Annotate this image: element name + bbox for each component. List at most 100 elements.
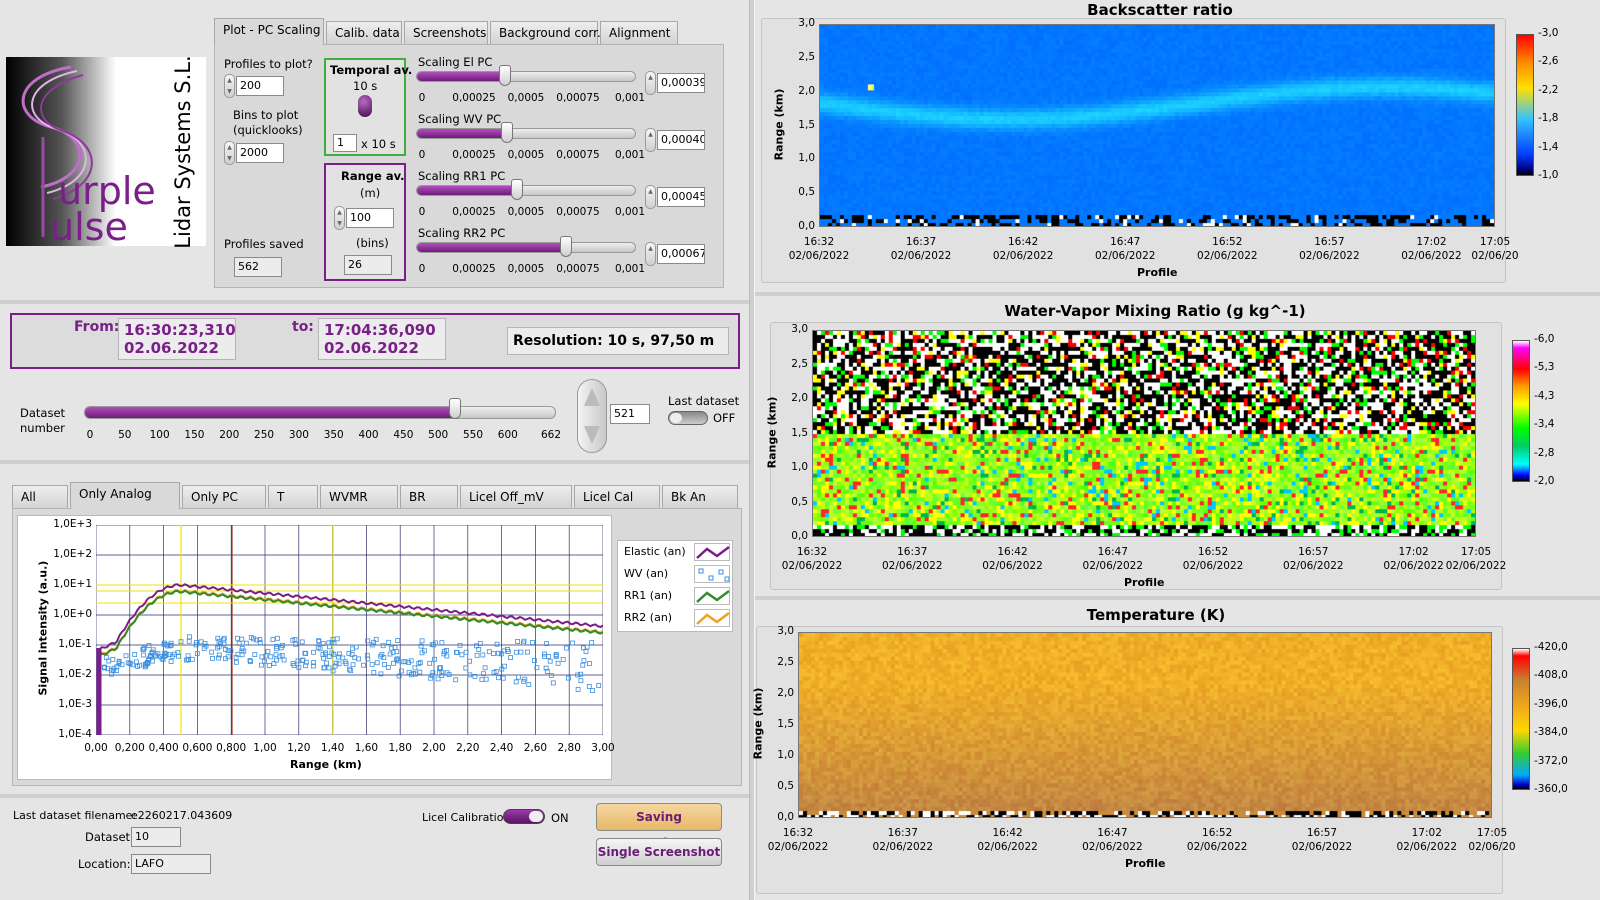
plot-xtick-time: 17:05 [1460, 546, 1492, 558]
colorbar-tick: -2,2 [1538, 83, 1559, 96]
legend-label: Elastic (an) [624, 545, 686, 558]
dataset-tick: 0 [86, 429, 94, 441]
scaling-value-1[interactable]: 0,000400 [657, 130, 705, 150]
scaling-value-2[interactable]: 0,00045 [657, 187, 705, 207]
legend-label: WV (an) [624, 567, 669, 580]
wv-point [234, 635, 240, 641]
temporal-knob-icon[interactable] [358, 95, 372, 117]
wv-point [350, 662, 356, 668]
signal-tab-only-pc[interactable]: Only PC [182, 485, 266, 509]
wv-point [386, 639, 392, 645]
scaling-slider-track-0[interactable] [416, 71, 636, 82]
wv-point [412, 665, 418, 671]
last-dataset-label: Last dataset [668, 394, 740, 408]
dataset-slider-track[interactable] [84, 406, 556, 419]
scaling-slider-thumb-1[interactable] [500, 122, 513, 143]
signal-tab-only-analog[interactable]: Only Analog [70, 482, 180, 509]
signal-tab-wvmr[interactable]: WVMR [320, 485, 398, 509]
signal-tab-t[interactable]: T [268, 485, 318, 509]
colorbar-tick: -1,8 [1538, 112, 1559, 125]
plot-xtick-date: 02/06/2022 [1094, 250, 1156, 262]
range-m-input[interactable]: 100 [346, 208, 394, 228]
wv-point [274, 635, 280, 641]
tab-screenshots[interactable]: Screenshots [404, 21, 488, 45]
scaling-slider-thumb-0[interactable] [498, 65, 511, 86]
wv-point [531, 658, 537, 664]
scaling-ticks-2: 0 0,00025 0,0005 0,00075 0,001 [419, 206, 645, 220]
scaling-slider-track-2[interactable] [416, 185, 636, 196]
wv-point [223, 647, 228, 652]
scaling-value-3[interactable]: 0,000677 [657, 244, 705, 264]
scaling-slider-thumb-3[interactable] [560, 236, 573, 257]
dataset-label-2: number [20, 421, 65, 435]
plot-xtick-date: 02/06/2022 [872, 841, 934, 853]
tab-alignment[interactable]: Alignment [600, 21, 678, 45]
plot-xtick-time: 16:47 [1097, 827, 1128, 839]
dataset-stepper[interactable] [577, 379, 607, 453]
section-divider-2 [0, 460, 749, 464]
scaling-tick: 0,0005 [507, 263, 545, 275]
wv-point [141, 652, 146, 658]
plot-xtick: 17:05 02/06/20 [1468, 826, 1515, 854]
scaling-ticks-0: 0 0,00025 0,0005 0,00075 0,001 [419, 92, 645, 106]
heatmap-0[interactable] [819, 24, 1495, 227]
scaling-spinner-0[interactable]: ▲ [645, 71, 656, 95]
tab-calib-data[interactable]: Calib. data [326, 21, 402, 45]
dataset-number-input[interactable]: 521 [610, 404, 650, 424]
tab-background-corr[interactable]: Background corr. [490, 21, 601, 45]
saving-screenshots-button[interactable]: Saving screenshots... [596, 803, 722, 850]
signal-xlabel: Range (km) [290, 758, 362, 771]
signal-tab-br[interactable]: BR [400, 485, 458, 509]
scaling-value-0[interactable]: 0,000394 [657, 73, 705, 93]
plot-xtick-date: 02/06/2022 [982, 560, 1043, 572]
plot-xtick-date: 02/06/2022 [881, 560, 943, 572]
wv-point [575, 687, 581, 692]
plot-xlabel-0: Profile [1137, 266, 1178, 279]
heatmap-1[interactable] [812, 330, 1476, 537]
plot-xtick-time: 16:57 [1314, 236, 1345, 248]
temporal-av-title: Temporal av. [330, 63, 413, 77]
step-up-icon[interactable] [584, 388, 600, 406]
scaling-slider-thumb-2[interactable] [511, 179, 524, 200]
scaling-slider-track-1[interactable] [416, 128, 636, 139]
signal-tab-all[interactable]: All [12, 485, 68, 509]
plot-xtick-time: 16:37 [887, 827, 918, 839]
scaling-label-3: Scaling RR2 PC [418, 226, 506, 240]
plot-ytick: 0,0 [798, 220, 815, 232]
wv-point [346, 666, 352, 672]
wv-point [578, 678, 584, 684]
wv-point [239, 636, 245, 642]
dataset-tick: 50 [118, 429, 132, 441]
signal-tab-licel-cal[interactable]: Licel Cal [574, 485, 660, 509]
tab-plot-pc-scaling[interactable]: Plot - PC Scaling [214, 18, 324, 45]
single-screenshot-button[interactable]: Single Screenshot [596, 838, 722, 866]
colorbar-tick: -420,0 [1534, 641, 1568, 653]
plot-xtick-time: 16:52 [1197, 546, 1229, 558]
scaling-spinner-2[interactable]: ▲ [645, 185, 656, 209]
step-down-icon[interactable] [584, 426, 600, 444]
bins-input[interactable]: 2000 [236, 143, 284, 163]
last-dataset-toggle[interactable] [668, 411, 708, 425]
licel-calibration-toggle[interactable] [503, 809, 545, 824]
signal-tab-bk-an[interactable]: Bk An [662, 485, 738, 509]
dataset-tick: 662 [540, 429, 562, 441]
bins-spinner[interactable]: ▲ ▼ [224, 141, 235, 165]
signal-ytick: 1,0E-1 [58, 638, 92, 650]
profiles-to-plot-input[interactable]: 200 [236, 76, 284, 96]
section-divider-4 [755, 292, 1600, 296]
plot-xtick-date: 02/06/2022 [1082, 841, 1143, 853]
temporal-factor-input[interactable]: 1 [333, 134, 357, 152]
dataset-slider-thumb[interactable] [449, 398, 462, 419]
plot-ytick: 0,5 [791, 495, 808, 508]
signal-tab-licel-off-mv[interactable]: Licel Off_mV [460, 485, 572, 509]
profiles-spinner[interactable]: ▲ ▼ [224, 74, 235, 98]
wv-point [361, 662, 366, 668]
range-spinner[interactable]: ▲ ▼ [334, 206, 345, 230]
scaling-slider-track-3[interactable] [416, 242, 636, 253]
scaling-spinner-1[interactable]: ▲ [645, 128, 656, 152]
heatmap-2[interactable] [798, 632, 1492, 818]
wv-point [518, 649, 524, 655]
scaling-spinner-3[interactable]: ▲ [645, 242, 656, 266]
plot-xtick-date: 02/06/20 [1468, 841, 1516, 853]
colorbar-tick: -3,0 [1538, 27, 1559, 39]
